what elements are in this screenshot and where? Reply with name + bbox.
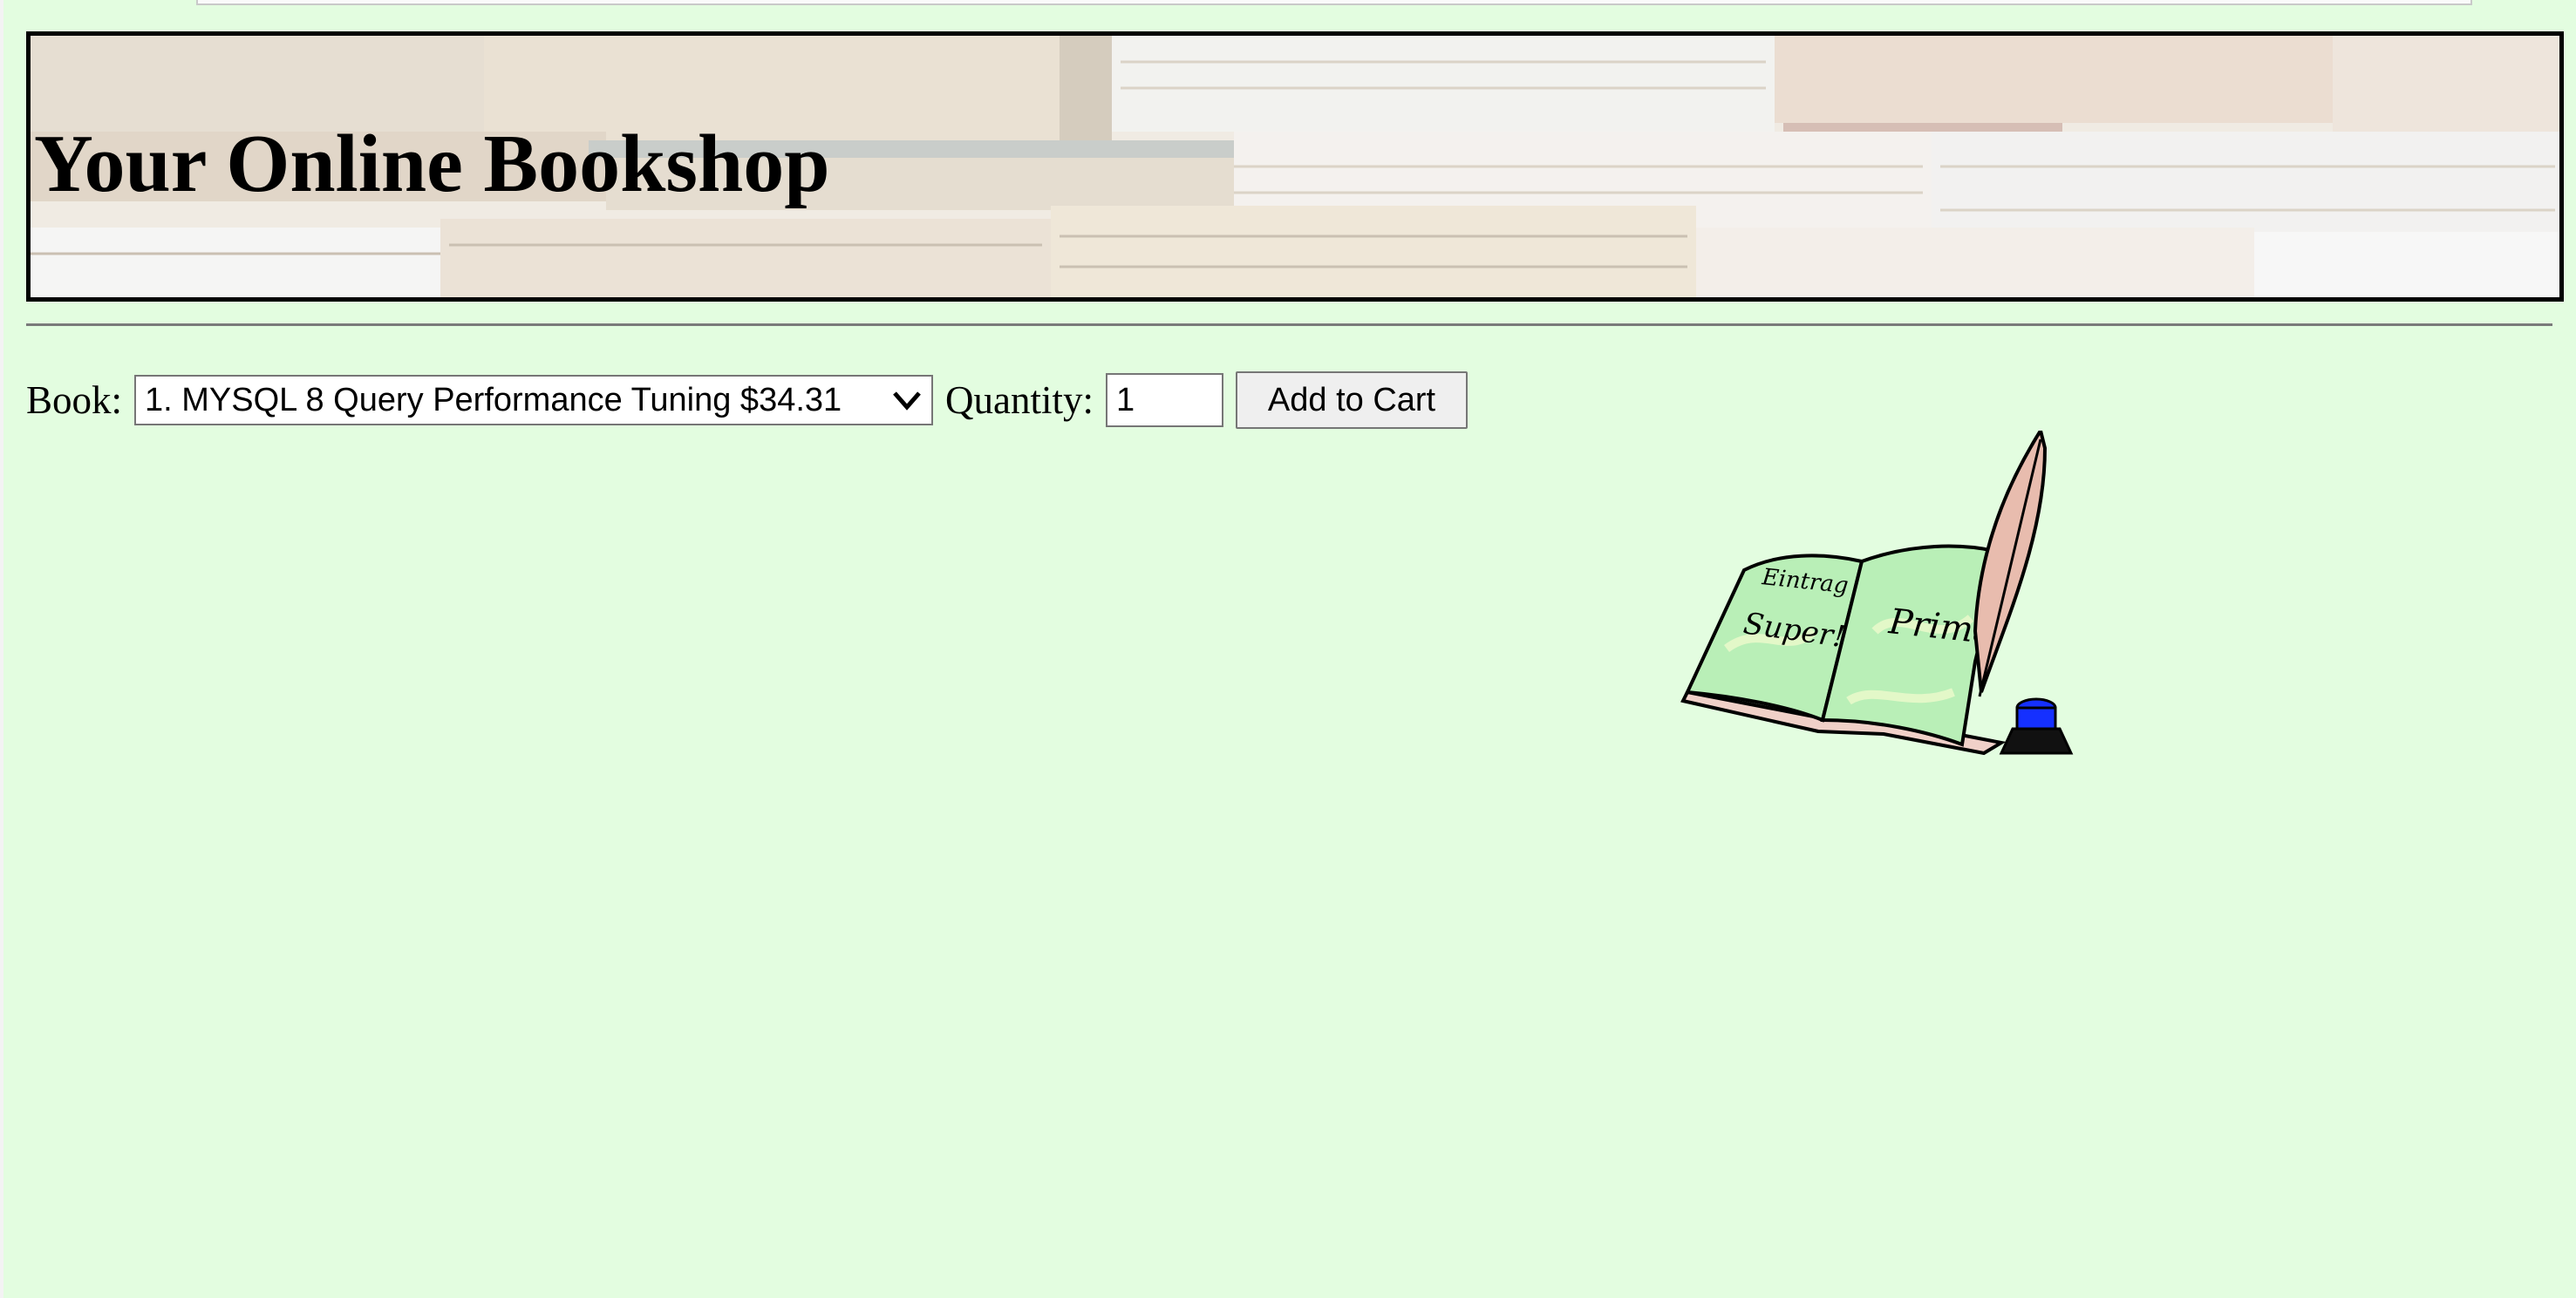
book-select-value: 1. MYSQL 8 Query Performance Tuning $34.… <box>145 381 842 418</box>
add-to-cart-button[interactable]: Add to Cart <box>1236 371 1469 429</box>
quantity-label: Quantity: <box>945 377 1094 422</box>
header-banner: Your Online Bookshop <box>26 31 2564 302</box>
address-bar-remnant <box>196 0 2472 5</box>
page-title: Your Online Bookshop <box>34 119 830 209</box>
open-book-quill-image: Eintrag Super! Prima! <box>1680 431 2074 756</box>
book-label: Book: <box>26 377 123 422</box>
chevron-down-icon <box>893 391 921 411</box>
book-select[interactable]: 1. MYSQL 8 Query Performance Tuning $34.… <box>134 375 934 425</box>
window-edge <box>0 0 3 1298</box>
order-form: Book: 1. MYSQL 8 Query Performance Tunin… <box>26 371 1469 429</box>
horizontal-rule <box>26 323 2552 326</box>
quantity-input[interactable]: 1 <box>1106 373 1224 427</box>
